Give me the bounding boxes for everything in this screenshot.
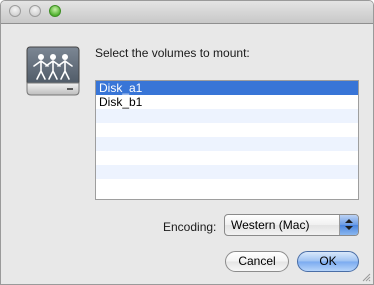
empty-row [96,151,358,165]
volume-row[interactable]: Disk_a1 [96,81,358,95]
volume-row[interactable]: Disk_b1 [96,95,358,109]
mount-volumes-dialog: Select the volumes to mount: Disk_a1 Dis… [0,0,374,285]
empty-row [96,109,358,123]
empty-row [96,165,358,179]
zoom-button[interactable] [49,5,61,17]
encoding-label: Encoding: [163,220,217,234]
close-button[interactable] [9,5,21,17]
dialog-prompt: Select the volumes to mount: [95,46,250,60]
resize-grip-icon[interactable] [361,272,371,282]
cancel-button[interactable]: Cancel [225,251,289,272]
encoding-value: Western (Mac) [231,218,310,232]
empty-row [96,179,358,193]
volumes-list[interactable]: Disk_a1 Disk_b1 [95,80,359,200]
encoding-select[interactable]: Western (Mac) [224,214,359,236]
title-bar[interactable] [1,1,373,24]
select-arrows-icon [339,215,358,235]
empty-row [96,137,358,151]
empty-row [96,123,358,137]
network-drive-icon [26,46,80,96]
ok-button[interactable]: OK [297,251,359,272]
minimize-button[interactable] [29,5,41,17]
